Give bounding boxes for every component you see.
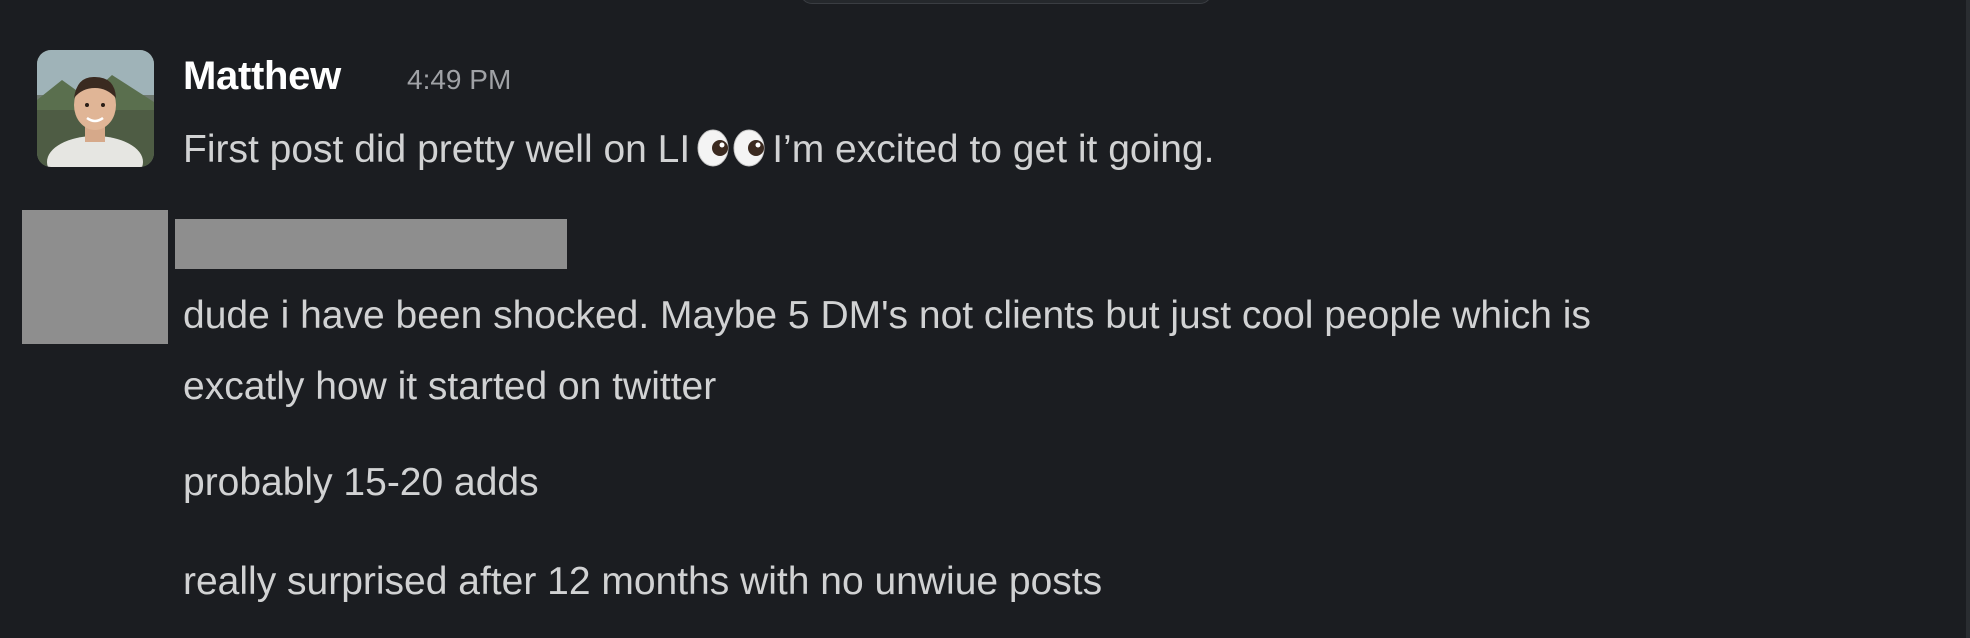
redacted-avatar xyxy=(22,210,168,344)
message-line: really surprised after 12 months with no… xyxy=(183,560,1103,603)
scroll-edge xyxy=(1966,0,1970,638)
message-text-part: First post did pretty well on LI xyxy=(183,128,691,171)
message-timestamp[interactable]: 4:49 PM xyxy=(407,60,511,100)
avatar[interactable] xyxy=(37,50,154,167)
message-text-part: I’m excited to get it going. xyxy=(772,128,1215,171)
message-line: probably 15-20 adds xyxy=(183,461,539,504)
avatar-photo-icon xyxy=(37,50,154,167)
message-text: First post did pretty well on LI I’m exc… xyxy=(183,124,1214,182)
eyes-emoji-icon xyxy=(696,128,766,182)
message-author[interactable]: Matthew xyxy=(183,50,341,102)
top-pill xyxy=(800,0,1212,4)
message-line: dude i have been shocked. Maybe 5 DM's n… xyxy=(183,294,1591,337)
message-line: excatly how it started on twitter xyxy=(183,365,717,408)
redacted-author xyxy=(175,219,567,269)
chat-view: Matthew 4:49 PM First post did pretty we… xyxy=(0,0,1970,638)
